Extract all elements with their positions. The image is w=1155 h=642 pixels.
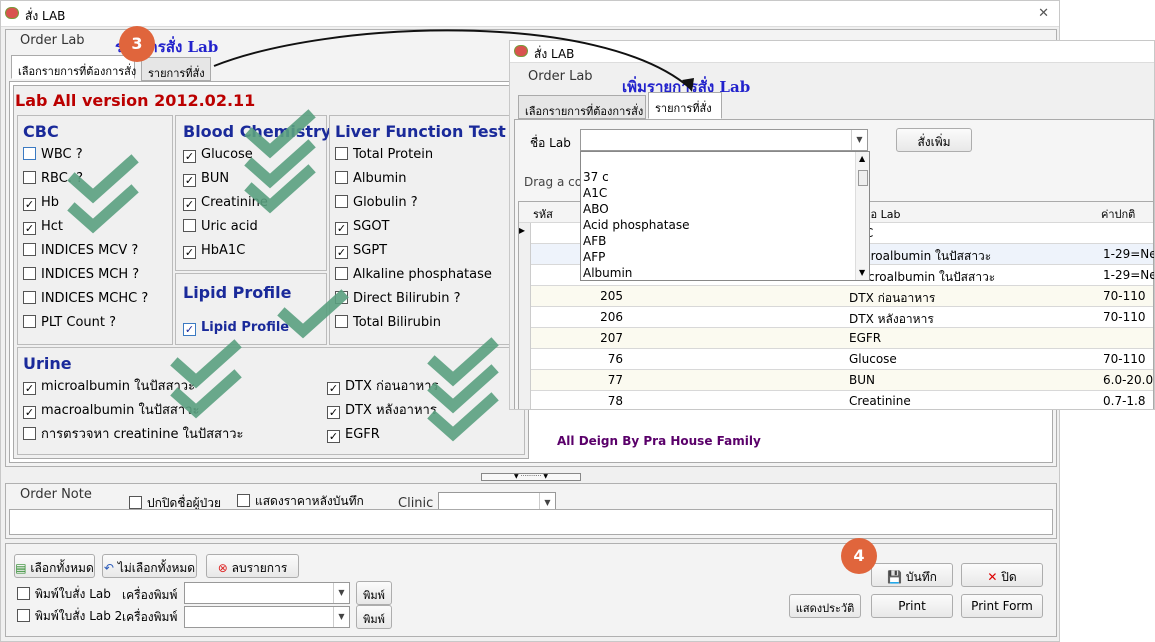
green-checkmark [67, 184, 139, 234]
green-checkmark [170, 369, 242, 419]
green-checkmark [427, 392, 499, 442]
green-checkmark [244, 109, 316, 159]
green-checkmark [277, 289, 349, 339]
checkmark-overlay [67, 109, 499, 442]
green-checkmark [67, 154, 139, 204]
green-checkmark [170, 339, 242, 389]
